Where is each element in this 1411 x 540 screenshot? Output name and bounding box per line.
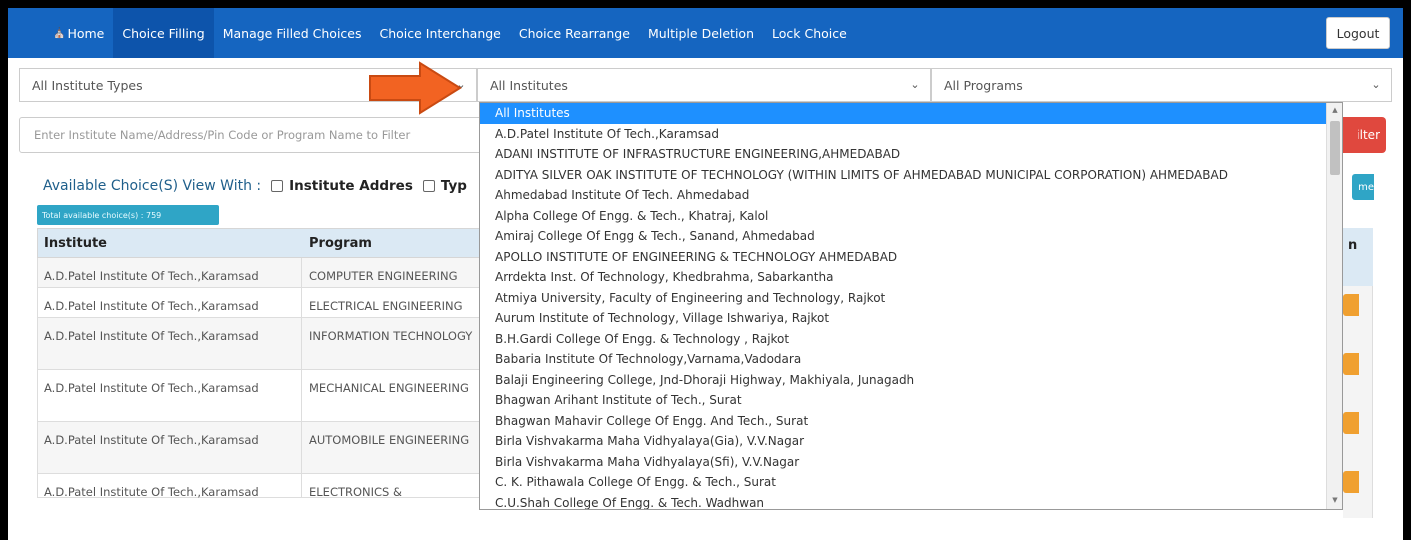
nav-home-label: Home [67, 25, 105, 41]
table-row: A.D.Patel Institute Of Tech.,Karamsad AUT… [37, 422, 482, 474]
table-row: A.D.Patel Institute Of Tech.,Karamsad ELE… [37, 474, 482, 499]
dropdown-option[interactable]: A.D.Patel Institute Of Tech.,Karamsad [480, 124, 1342, 145]
program-cell: ELECTRICAL ENGINEERING [309, 299, 463, 313]
institute-cell: A.D.Patel Institute Of Tech.,Karamsad [38, 258, 302, 287]
institute-select[interactable]: All Institutes ⌄ [477, 68, 931, 102]
chevron-down-icon: ⌄ [910, 78, 920, 91]
institute-cell: A.D.Patel Institute Of Tech.,Karamsad [38, 370, 302, 421]
dropdown-option[interactable]: Aurum Institute of Technology, Village I… [480, 308, 1342, 329]
dropdown-option[interactable]: Alpha College Of Engg. & Tech., Khatraj,… [480, 206, 1342, 227]
logout-button[interactable]: Logout [1326, 17, 1390, 49]
dropdown-option[interactable]: APOLLO INSTITUTE OF ENGINEERING & TECHNO… [480, 247, 1342, 268]
table-right-header-bg [1343, 228, 1373, 286]
institute-cell: A.D.Patel Institute Of Tech.,Karamsad [38, 318, 302, 369]
add-choice-button[interactable] [1343, 412, 1359, 434]
choices-table: Institute Program A.D.Patel Institute Of… [37, 228, 482, 499]
nav-choice-filling[interactable]: Choice Filling [113, 8, 214, 58]
dropdown-option[interactable]: Birla Vishvakarma Maha Vidhyalaya(Sfi), … [480, 452, 1342, 473]
scroll-down-icon[interactable]: ▼ [1330, 496, 1340, 506]
institute-type-value: All Institute Types [32, 77, 143, 93]
institute-address-checkbox[interactable] [271, 180, 284, 192]
top-navbar: ⛪ Home Choice Filling Manage Filled Choi… [8, 8, 1403, 58]
dropdown-option[interactable]: B.H.Gardi College Of Engg. & Technology … [480, 329, 1342, 350]
nav-manage-filled-choices[interactable]: Manage Filled Choices [214, 8, 371, 58]
program-cell: COMPUTER ENGINEERING [309, 269, 458, 283]
nav-choice-rearrange[interactable]: Choice Rearrange [510, 8, 639, 58]
total-choices-badge: Total available choice(s) : 759 [37, 205, 219, 225]
institute-cell: A.D.Patel Institute Of Tech.,Karamsad [38, 422, 302, 473]
nav-lock-choice[interactable]: Lock Choice [763, 8, 856, 58]
view-with-label: Available Choice(S) View With : [43, 178, 262, 194]
dropdown-option[interactable]: Babaria Institute Of Technology,Varnama,… [480, 349, 1342, 370]
dropdown-option[interactable]: C. K. Pithawala College Of Engg. & Tech.… [480, 472, 1342, 493]
nav-multiple-deletion[interactable]: Multiple Deletion [639, 8, 763, 58]
institute-dropdown-list: All Institutes A.D.Patel Institute Of Tec… [479, 102, 1343, 510]
dropdown-option[interactable]: Bhagwan Mahavir College Of Engg. And Tec… [480, 411, 1342, 432]
program-value: All Programs [944, 77, 1023, 93]
filter-button-label: Filter [1358, 128, 1380, 142]
scrollbar-thumb[interactable] [1330, 121, 1340, 175]
type-checkbox[interactable] [422, 180, 435, 192]
institute-address-option-label: Institute Addres [289, 178, 413, 194]
view-with-bar: Available Choice(S) View With : Institut… [43, 178, 467, 194]
table-row: A.D.Patel Institute Of Tech.,Karamsad MEC… [37, 370, 482, 422]
chevron-down-icon: ⌄ [1371, 78, 1381, 91]
institute-value: All Institutes [490, 77, 568, 93]
type-option-label: Typ [440, 178, 467, 194]
institute-cell: A.D.Patel Institute Of Tech.,Karamsad [38, 474, 302, 499]
header-institute: Institute [44, 235, 108, 251]
table-row: A.D.Patel Institute Of Tech.,Karamsad COM… [37, 258, 482, 288]
add-choice-button[interactable] [1343, 353, 1359, 375]
program-cell: AUTOMOBILE ENGINEERING [309, 433, 470, 447]
dropdown-scrollbar[interactable]: ▲ ▼ [1326, 103, 1342, 509]
dropdown-option[interactable]: Bhagwan Arihant Institute of Tech., Sura… [480, 390, 1342, 411]
home-icon: ⛪ [53, 27, 66, 39]
view-button-partial[interactable]: me [1352, 174, 1374, 200]
dropdown-option[interactable]: Birla Vishvakarma Maha Vidhyalaya(Gia), … [480, 431, 1342, 452]
program-cell: MECHANICAL ENGINEERING [309, 381, 469, 395]
add-choice-button[interactable] [1343, 471, 1359, 493]
filter-button[interactable]: Filter [1336, 117, 1386, 153]
program-cell: ELECTRONICS & [309, 485, 402, 497]
table-row: A.D.Patel Institute Of Tech.,Karamsad INF… [37, 318, 482, 370]
dropdown-option[interactable]: All Institutes [480, 103, 1342, 124]
table-header: Institute Program [37, 228, 482, 258]
add-choice-button[interactable] [1343, 294, 1359, 316]
table-row: A.D.Patel Institute Of Tech.,Karamsad ELE… [37, 288, 482, 318]
dropdown-option[interactable]: C.U.Shah College Of Engg. & Tech. Wadhwa… [480, 493, 1342, 510]
institute-cell: A.D.Patel Institute Of Tech.,Karamsad [38, 288, 302, 317]
dropdown-option[interactable]: ADITYA SILVER OAK INSTITUTE OF TECHNOLOG… [480, 165, 1342, 186]
header-program: Program [309, 235, 372, 251]
header-action-partial: n [1348, 238, 1358, 253]
annotation-arrow-shape [369, 61, 462, 115]
nav-choice-interchange[interactable]: Choice Interchange [371, 8, 510, 58]
dropdown-option[interactable]: Atmiya University, Faculty of Engineerin… [480, 288, 1342, 309]
scroll-up-icon[interactable]: ▲ [1330, 106, 1340, 116]
dropdown-option[interactable]: ADANI INSTITUTE OF INFRASTRUCTURE ENGINE… [480, 144, 1342, 165]
nav-home[interactable]: ⛪ Home [44, 8, 113, 58]
search-filter-input[interactable]: Enter Institute Name/Address/Pin Code or… [19, 117, 489, 153]
annotation-arrow-icon [369, 61, 462, 115]
program-cell: INFORMATION TECHNOLOGY [309, 329, 473, 343]
dropdown-option[interactable]: Balaji Engineering College, Jnd-Dhoraji … [480, 370, 1342, 391]
program-select[interactable]: All Programs ⌄ [931, 68, 1392, 102]
dropdown-option[interactable]: Amiraj College Of Engg & Tech., Sanand, … [480, 226, 1342, 247]
dropdown-option[interactable]: Ahmedabad Institute Of Tech. Ahmedabad [480, 185, 1342, 206]
dropdown-option[interactable]: Arrdekta Inst. Of Technology, Khedbrahma… [480, 267, 1342, 288]
